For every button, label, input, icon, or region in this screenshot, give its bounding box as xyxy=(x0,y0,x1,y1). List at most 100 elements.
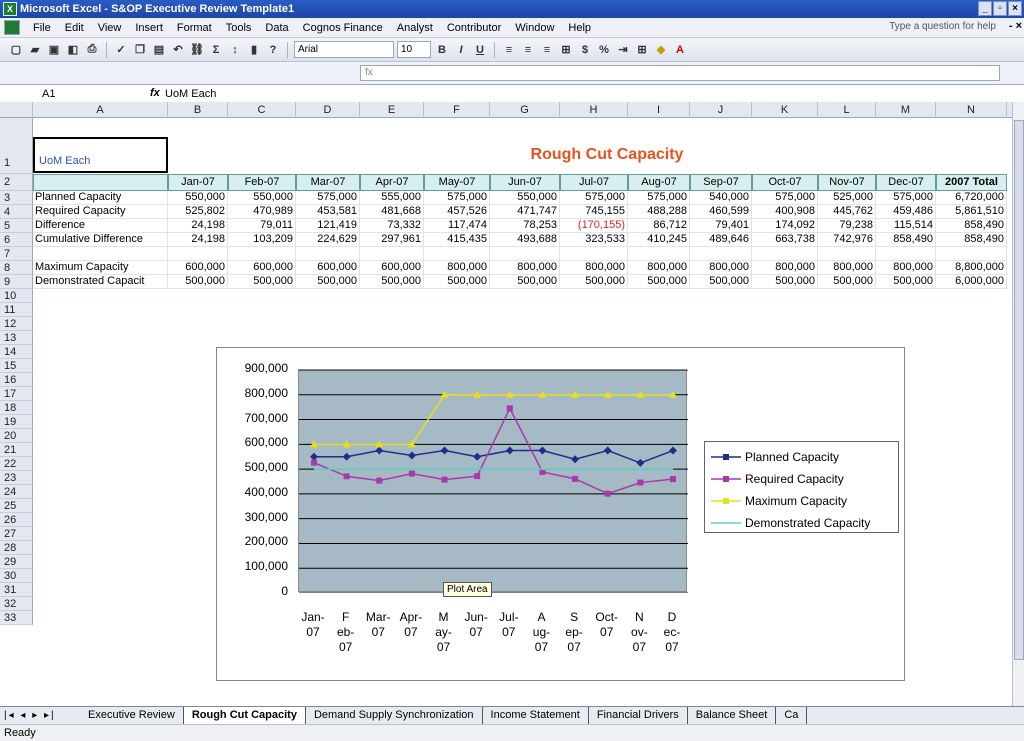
data-cell[interactable] xyxy=(690,247,752,261)
row-header-13[interactable]: 13 xyxy=(0,331,33,345)
row-header-6[interactable]: 6 xyxy=(0,233,33,247)
chart-area[interactable]: 0 100,000 200,000 300,000 400,000 500,000 600,… xyxy=(216,347,905,681)
data-point[interactable] xyxy=(440,446,449,455)
chart-legend[interactable]: Planned Capacity Required Capacity Maximum… xyxy=(704,441,899,533)
data-point[interactable] xyxy=(604,490,611,497)
data-cell[interactable]: 481,668 xyxy=(360,205,424,219)
ask-question-box[interactable]: Type a question for help xyxy=(889,21,996,32)
row-header-30[interactable]: 30 xyxy=(0,569,33,583)
percent-icon[interactable]: % xyxy=(596,42,612,58)
column-header-F[interactable]: F xyxy=(424,102,490,118)
data-point[interactable] xyxy=(539,469,546,476)
tab-financial-drivers[interactable]: Financial Drivers xyxy=(589,707,688,724)
data-cell[interactable]: 600,000 xyxy=(360,261,424,275)
column-header-N[interactable]: N xyxy=(936,102,1007,118)
row-header-32[interactable]: 32 xyxy=(0,597,33,611)
sort-icon[interactable]: ↕ xyxy=(227,42,243,58)
data-cell[interactable]: 73,332 xyxy=(360,219,424,233)
legend-item[interactable]: Required Capacity xyxy=(709,468,894,490)
tab-demand-supply-synchronization[interactable]: Demand Supply Synchronization xyxy=(306,707,483,724)
data-cell[interactable]: 575,000 xyxy=(876,191,936,205)
row-header-3[interactable]: 3 xyxy=(0,191,33,205)
data-cell[interactable] xyxy=(168,247,228,261)
data-cell[interactable]: 453,581 xyxy=(296,205,360,219)
data-cell[interactable]: 500,000 xyxy=(628,275,690,289)
data-cell[interactable]: 415,435 xyxy=(424,233,490,247)
data-point[interactable] xyxy=(375,446,384,455)
data-point[interactable] xyxy=(343,473,350,480)
data-cell[interactable]: 174,092 xyxy=(752,219,818,233)
data-cell[interactable]: 500,000 xyxy=(560,275,628,289)
data-cell[interactable]: 800,000 xyxy=(752,261,818,275)
row-header-1[interactable]: 1 xyxy=(0,118,33,174)
currency-icon[interactable]: $ xyxy=(577,42,593,58)
data-cell[interactable]: 500,000 xyxy=(360,275,424,289)
data-point[interactable] xyxy=(637,479,644,486)
column-header-H[interactable]: H xyxy=(560,102,628,118)
data-cell[interactable]: 575,000 xyxy=(424,191,490,205)
formula-input[interactable]: UoM Each xyxy=(165,87,216,101)
data-point[interactable] xyxy=(408,470,415,477)
bold-icon[interactable]: B xyxy=(434,42,450,58)
data-cell[interactable]: 500,000 xyxy=(690,275,752,289)
data-cell[interactable] xyxy=(228,247,296,261)
column-header-E[interactable]: E xyxy=(360,102,424,118)
data-point[interactable] xyxy=(310,452,318,461)
data-cell[interactable] xyxy=(560,247,628,261)
data-cell[interactable] xyxy=(628,247,690,261)
row-header-7[interactable]: 7 xyxy=(0,247,33,261)
data-cell[interactable]: 500,000 xyxy=(228,275,296,289)
data-cell[interactable] xyxy=(936,247,1007,261)
tab-balance-sheet[interactable]: Balance Sheet xyxy=(688,707,777,724)
data-cell[interactable]: 8,800,000 xyxy=(936,261,1007,275)
legend-item[interactable]: Planned Capacity xyxy=(709,446,894,468)
hyperlink-icon[interactable]: ⛓ xyxy=(189,42,205,58)
data-cell[interactable]: 86,712 xyxy=(628,219,690,233)
data-point[interactable] xyxy=(636,458,645,467)
column-header-J[interactable]: J xyxy=(690,102,752,118)
align-right-icon[interactable]: ≡ xyxy=(539,42,555,58)
data-cell[interactable]: 460,599 xyxy=(690,205,752,219)
data-cell[interactable]: 445,762 xyxy=(818,205,876,219)
data-cell[interactable]: 297,961 xyxy=(360,233,424,247)
font-size-select[interactable]: 10 xyxy=(397,41,431,58)
row-header-25[interactable]: 25 xyxy=(0,499,33,513)
data-cell[interactable]: 500,000 xyxy=(818,275,876,289)
data-point[interactable] xyxy=(376,477,383,484)
paste-icon[interactable]: ▤ xyxy=(151,42,167,58)
data-point[interactable] xyxy=(441,476,448,483)
data-cell[interactable]: 79,238 xyxy=(818,219,876,233)
data-cell[interactable]: 555,000 xyxy=(360,191,424,205)
row-header-27[interactable]: 27 xyxy=(0,527,33,541)
data-cell[interactable] xyxy=(752,247,818,261)
data-cell[interactable]: 488,288 xyxy=(628,205,690,219)
data-point[interactable] xyxy=(670,476,676,483)
column-header-G[interactable]: G xyxy=(490,102,560,118)
data-cell[interactable]: 600,000 xyxy=(296,261,360,275)
help-icon[interactable]: ? xyxy=(265,42,281,58)
data-cell[interactable]: 858,490 xyxy=(876,233,936,247)
chart-wizard-icon[interactable]: ▮ xyxy=(246,42,262,58)
save-icon[interactable]: ▣ xyxy=(46,42,62,58)
row-header-26[interactable]: 26 xyxy=(0,513,33,527)
open-icon[interactable]: ▰ xyxy=(27,42,43,58)
data-point[interactable] xyxy=(505,446,514,455)
data-cell[interactable]: 550,000 xyxy=(228,191,296,205)
document-icon[interactable] xyxy=(4,20,20,35)
menu-item-help[interactable]: Help xyxy=(561,18,598,38)
close-button[interactable]: × xyxy=(1008,1,1022,16)
tab-rough-cut-capacity[interactable]: Rough Cut Capacity xyxy=(183,707,306,724)
formula-toolbar-field[interactable]: fx xyxy=(360,65,1000,81)
column-header-I[interactable]: I xyxy=(628,102,690,118)
series-line-required-capacity[interactable] xyxy=(313,406,674,495)
row-header-24[interactable]: 24 xyxy=(0,485,33,499)
font-name-select[interactable]: Arial xyxy=(294,41,394,58)
menu-item-view[interactable]: View xyxy=(91,18,129,38)
data-cell[interactable]: 5,861,510 xyxy=(936,205,1007,219)
data-cell[interactable]: 575,000 xyxy=(752,191,818,205)
data-cell[interactable]: 121,419 xyxy=(296,219,360,233)
align-left-icon[interactable]: ≡ xyxy=(501,42,517,58)
row-header-33[interactable]: 33 xyxy=(0,611,33,625)
italic-icon[interactable]: I xyxy=(453,42,469,58)
data-cell[interactable]: 500,000 xyxy=(424,275,490,289)
